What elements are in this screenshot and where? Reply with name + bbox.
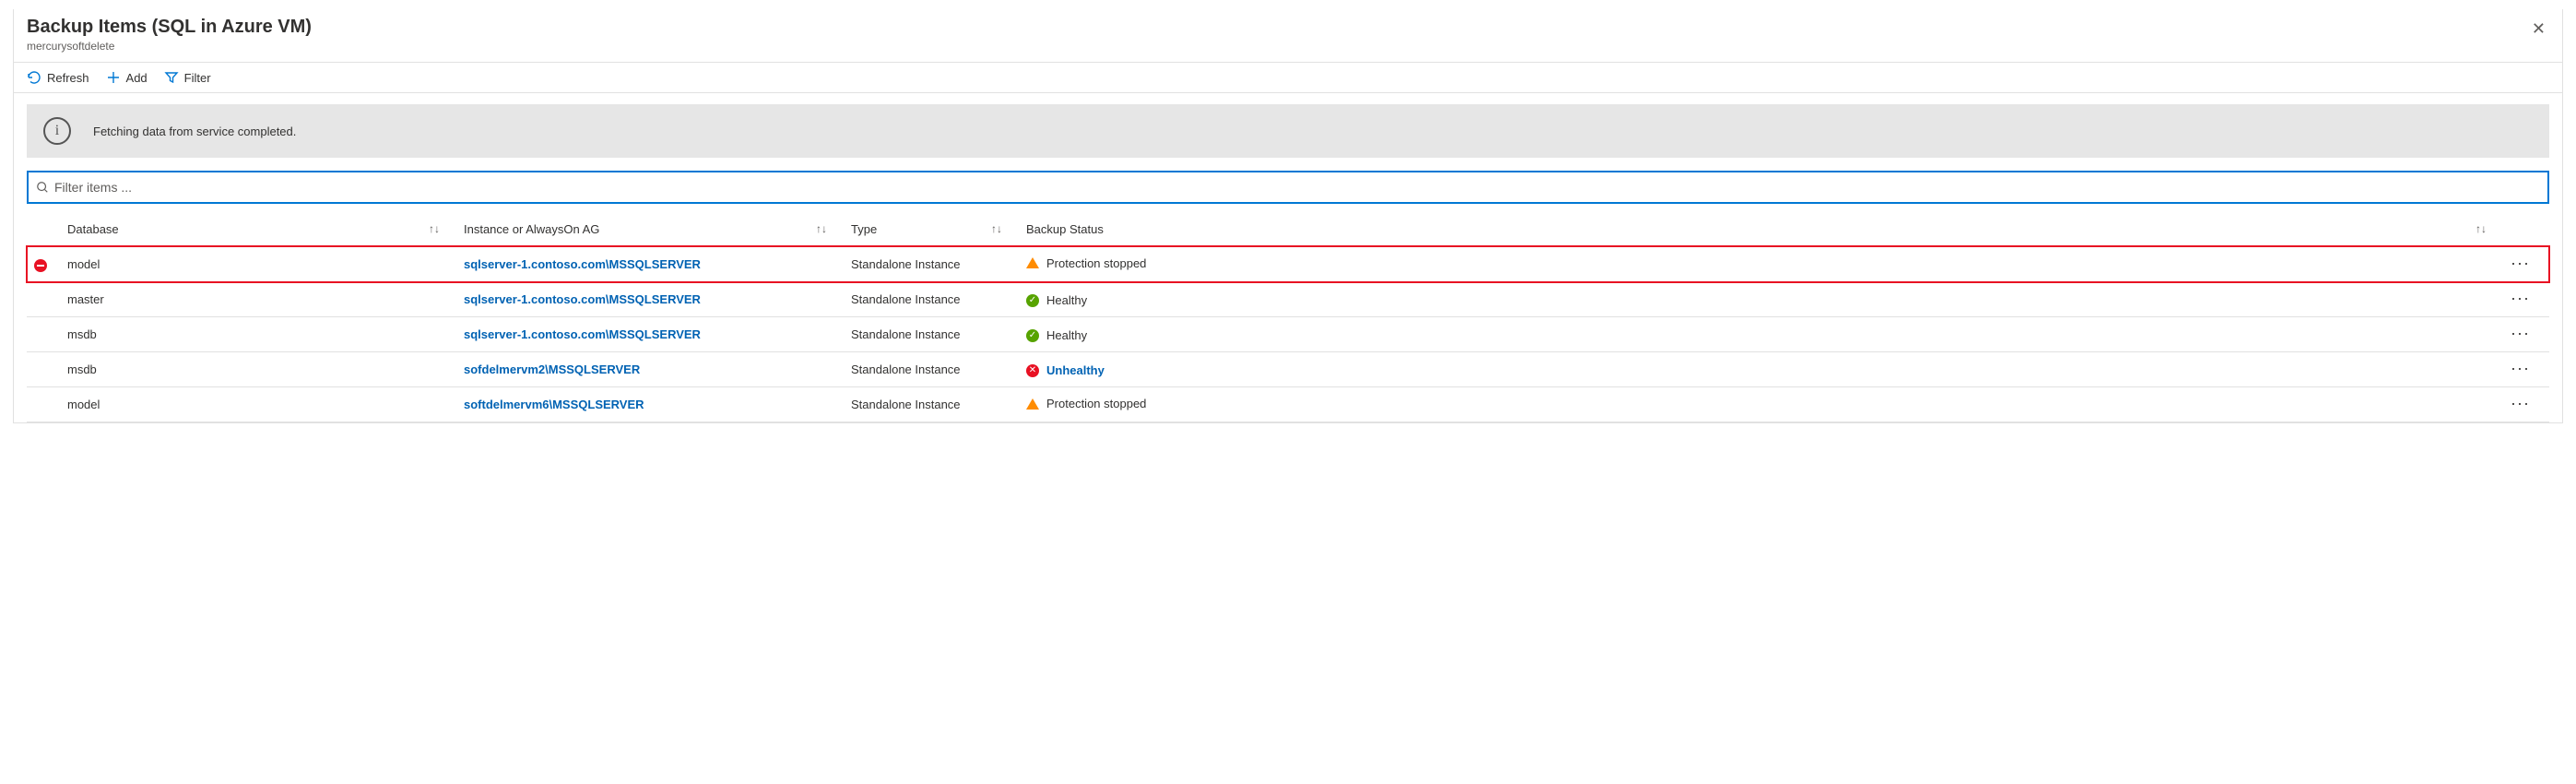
type-value: Standalone Instance	[851, 362, 961, 376]
backup-items-table: Database ↑↓ Instance or AlwaysOn AG ↑↓ T…	[27, 213, 2549, 422]
funnel-icon	[164, 70, 179, 85]
filter-label: Filter	[184, 71, 211, 85]
type-value: Standalone Instance	[851, 292, 961, 306]
filter-button[interactable]: Filter	[164, 70, 211, 85]
instance-link[interactable]: softdelmervm6\MSSQLSERVER	[464, 398, 644, 411]
instance-link[interactable]: sqlserver-1.contoso.com\MSSQLSERVER	[464, 327, 701, 341]
refresh-button[interactable]: Refresh	[27, 70, 89, 85]
sort-icon[interactable]: ↑↓	[991, 222, 1002, 235]
status-value: Healthy	[1046, 293, 1087, 307]
check-icon: ✓	[1026, 294, 1039, 307]
type-value: Standalone Instance	[851, 257, 961, 271]
warning-icon	[1026, 257, 1039, 268]
row-menu-button[interactable]: ···	[2511, 394, 2530, 412]
table-row: model sqlserver-1.contoso.com\MSSQLSERVER…	[27, 246, 2549, 282]
sort-icon[interactable]: ↑↓	[2476, 222, 2487, 235]
database-name: msdb	[67, 327, 97, 341]
type-value: Standalone Instance	[851, 398, 961, 411]
database-name: model	[67, 398, 100, 411]
filter-items-row[interactable]	[27, 171, 2549, 204]
plus-icon	[106, 70, 121, 85]
page-title: Backup Items (SQL in Azure VM)	[27, 17, 312, 38]
info-message: Fetching data from service completed.	[93, 125, 296, 138]
add-label: Add	[126, 71, 148, 85]
column-header-type[interactable]: Type ↑↓	[844, 213, 1019, 246]
blade-header: Backup Items (SQL in Azure VM) mercuryso…	[14, 9, 2562, 62]
delete-mark-icon	[34, 259, 47, 272]
row-menu-button[interactable]: ···	[2511, 324, 2530, 342]
instance-link[interactable]: sofdelmervm2\MSSQLSERVER	[464, 362, 640, 376]
instance-link[interactable]: sqlserver-1.contoso.com\MSSQLSERVER	[464, 257, 701, 271]
database-name: model	[67, 257, 100, 271]
table-row: msdb sofdelmervm2\MSSQLSERVER Standalone I…	[27, 352, 2549, 387]
table-row: master sqlserver-1.contoso.com\MSSQLSERVE…	[27, 282, 2549, 317]
search-icon	[36, 181, 49, 194]
warning-icon	[1026, 398, 1039, 410]
column-header-instance[interactable]: Instance or AlwaysOn AG ↑↓	[456, 213, 844, 246]
table-row: model softdelmervm6\MSSQLSERVER Standalone…	[27, 387, 2549, 422]
status-value[interactable]: Unhealthy	[1046, 363, 1105, 377]
database-name: msdb	[67, 362, 97, 376]
info-bar: i Fetching data from service completed.	[27, 104, 2549, 158]
refresh-icon	[27, 70, 41, 85]
sort-icon[interactable]: ↑↓	[429, 222, 440, 235]
type-value: Standalone Instance	[851, 327, 961, 341]
filter-items-input[interactable]	[49, 176, 2540, 198]
x-icon: ✕	[1026, 364, 1039, 377]
page-subtitle: mercurysoftdelete	[27, 40, 312, 53]
info-icon: i	[43, 117, 71, 145]
row-menu-button[interactable]: ···	[2511, 289, 2530, 307]
status-value: Protection stopped	[1046, 397, 1146, 410]
toolbar: Refresh Add Filter	[14, 63, 2562, 92]
close-icon[interactable]: ✕	[2528, 17, 2549, 41]
row-menu-button[interactable]: ···	[2511, 254, 2530, 272]
check-icon: ✓	[1026, 329, 1039, 342]
status-value: Protection stopped	[1046, 256, 1146, 270]
sort-icon[interactable]: ↑↓	[816, 222, 827, 235]
status-value: Healthy	[1046, 328, 1087, 342]
refresh-label: Refresh	[47, 71, 89, 85]
column-header-status[interactable]: Backup Status ↑↓	[1019, 213, 2503, 246]
instance-link[interactable]: sqlserver-1.contoso.com\MSSQLSERVER	[464, 292, 701, 306]
row-menu-button[interactable]: ···	[2511, 359, 2530, 377]
table-row: msdb sqlserver-1.contoso.com\MSSQLSERVER S…	[27, 317, 2549, 352]
database-name: master	[67, 292, 104, 306]
column-header-database[interactable]: Database ↑↓	[60, 213, 456, 246]
add-button[interactable]: Add	[106, 70, 148, 85]
